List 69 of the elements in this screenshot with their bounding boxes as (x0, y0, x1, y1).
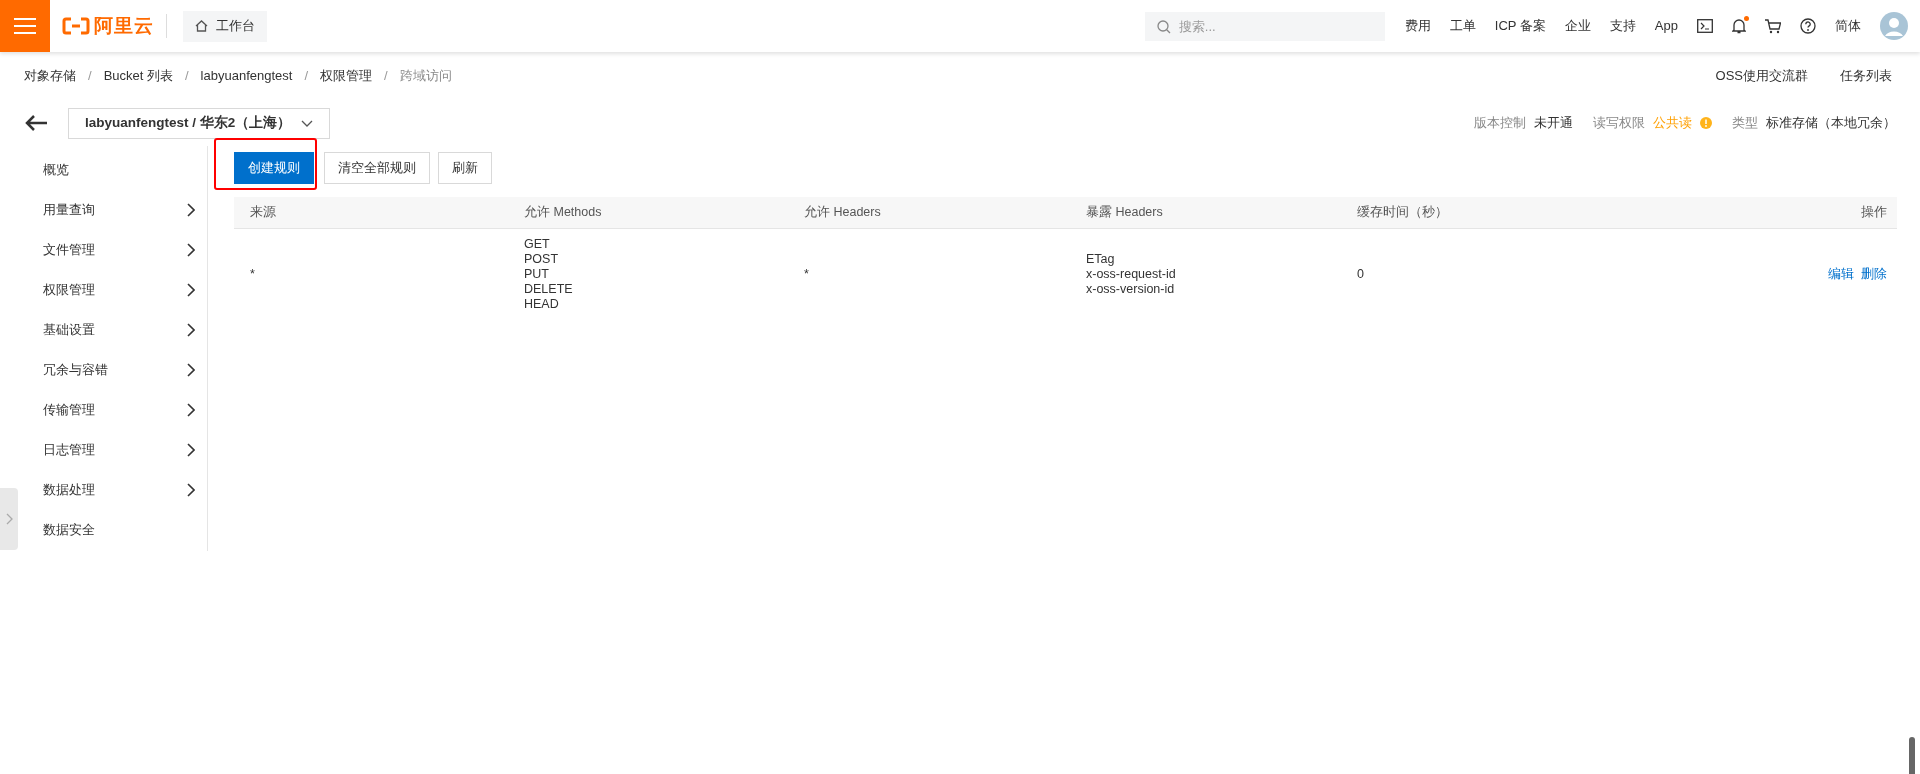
cart-icon[interactable] (1765, 18, 1781, 34)
search-field[interactable]: 搜索... (1144, 11, 1385, 41)
language-link[interactable]: 简体 (1835, 16, 1861, 36)
bracket-logo-icon (62, 17, 90, 35)
sidebar-item[interactable]: 数据处理 (22, 470, 207, 510)
info-label: 读写权限 (1593, 114, 1645, 133)
menu-button[interactable] (0, 0, 50, 52)
action-link[interactable]: 删除 (1861, 266, 1887, 282)
sidebar-item[interactable]: 权限管理 (22, 270, 207, 310)
nav-link[interactable]: 企业 (1564, 16, 1591, 36)
home-icon (195, 20, 208, 32)
sidebar-item[interactable]: 用量查询 (22, 190, 207, 230)
breadcrumb-item: 跨域访问 (399, 67, 452, 86)
search-icon (1156, 19, 1171, 34)
nav-link[interactable]: App (1654, 16, 1678, 36)
table-cell-text: ETag x-oss-request-id x-oss-version-id (1085, 251, 1177, 297)
header-link[interactable]: 任务列表 (1840, 66, 1892, 86)
help-icon[interactable] (1800, 18, 1816, 34)
column-header: 操作 (1860, 204, 1888, 222)
info-value: 未开通 (1534, 114, 1573, 133)
column-header: 缓存时间（秒） (1356, 204, 1449, 222)
breadcrumb-separator: / (184, 67, 190, 86)
breadcrumb-separator: / (303, 67, 310, 86)
sidebar-item[interactable]: 文件管理 (22, 230, 207, 270)
action-link[interactable]: 编辑 (1828, 266, 1854, 282)
sidebar-item[interactable]: 数据安全 (22, 510, 207, 550)
bucket-selector[interactable]: labyuanfengtest / 华东2（上海） (68, 107, 330, 139)
sidebar-item[interactable]: 传输管理 (22, 390, 207, 430)
table-cell-text: * (803, 266, 810, 282)
sidebar-item[interactable]: 概览 (22, 150, 207, 190)
logo-text: 阿里云 (94, 13, 154, 38)
breadcrumb-separator: / (87, 67, 93, 86)
nav-link[interactable]: 工单 (1449, 16, 1476, 36)
breadcrumb-link[interactable]: 权限管理 (320, 66, 373, 86)
toolbar-button[interactable]: 创建规则 (234, 152, 314, 184)
table-cell-text: 0 (1356, 266, 1365, 282)
bell-icon (1732, 18, 1746, 34)
notification-button[interactable] (1732, 18, 1746, 34)
caret-down-icon (301, 119, 313, 127)
sidebar-item[interactable]: 日志管理 (22, 430, 207, 470)
column-header: 允许 Methods (523, 204, 603, 222)
sidebar-item[interactable]: 冗余与容错 (22, 350, 207, 390)
scrollbar-thumb[interactable] (1909, 737, 1915, 774)
info-label: 版本控制 (1474, 114, 1526, 133)
menu-icon (14, 18, 36, 34)
column-header: 来源 (249, 204, 277, 222)
toolbar-button[interactable]: 清空全部规则 (324, 152, 430, 184)
header-link[interactable]: OSS使用交流群 (1715, 66, 1808, 86)
breadcrumb-link[interactable]: 对象存储 (24, 66, 76, 86)
nav-link[interactable]: 支持 (1609, 16, 1636, 36)
info-label: 类型 (1732, 114, 1758, 133)
info-value: 公共读 (1653, 114, 1692, 133)
breadcrumb-separator: / (383, 67, 389, 86)
workbench-button[interactable]: 工作台 (183, 10, 267, 42)
back-arrow-icon[interactable] (24, 114, 48, 132)
info-value: 标准存储（本地冗余） (1766, 114, 1896, 133)
table-cell-text: * (249, 266, 256, 282)
sidebar-collapse-handle[interactable] (0, 488, 18, 550)
nav-link[interactable]: ICP 备案 (1494, 16, 1546, 36)
column-header: 允许 Headers (803, 204, 882, 222)
breadcrumb-link[interactable]: labyuanfengtest (200, 66, 293, 86)
nav-link[interactable]: 费用 (1404, 16, 1431, 36)
table-cell-text: GET POST PUT DELETE HEAD (523, 236, 574, 312)
terminal-icon[interactable] (1697, 19, 1713, 33)
sidebar-item[interactable]: 基础设置 (22, 310, 207, 350)
column-header: 暴露 Headers (1085, 204, 1164, 222)
toolbar-button[interactable]: 刷新 (438, 152, 492, 184)
chevron-right-icon (5, 513, 13, 525)
breadcrumb-link[interactable]: Bucket 列表 (103, 66, 173, 86)
